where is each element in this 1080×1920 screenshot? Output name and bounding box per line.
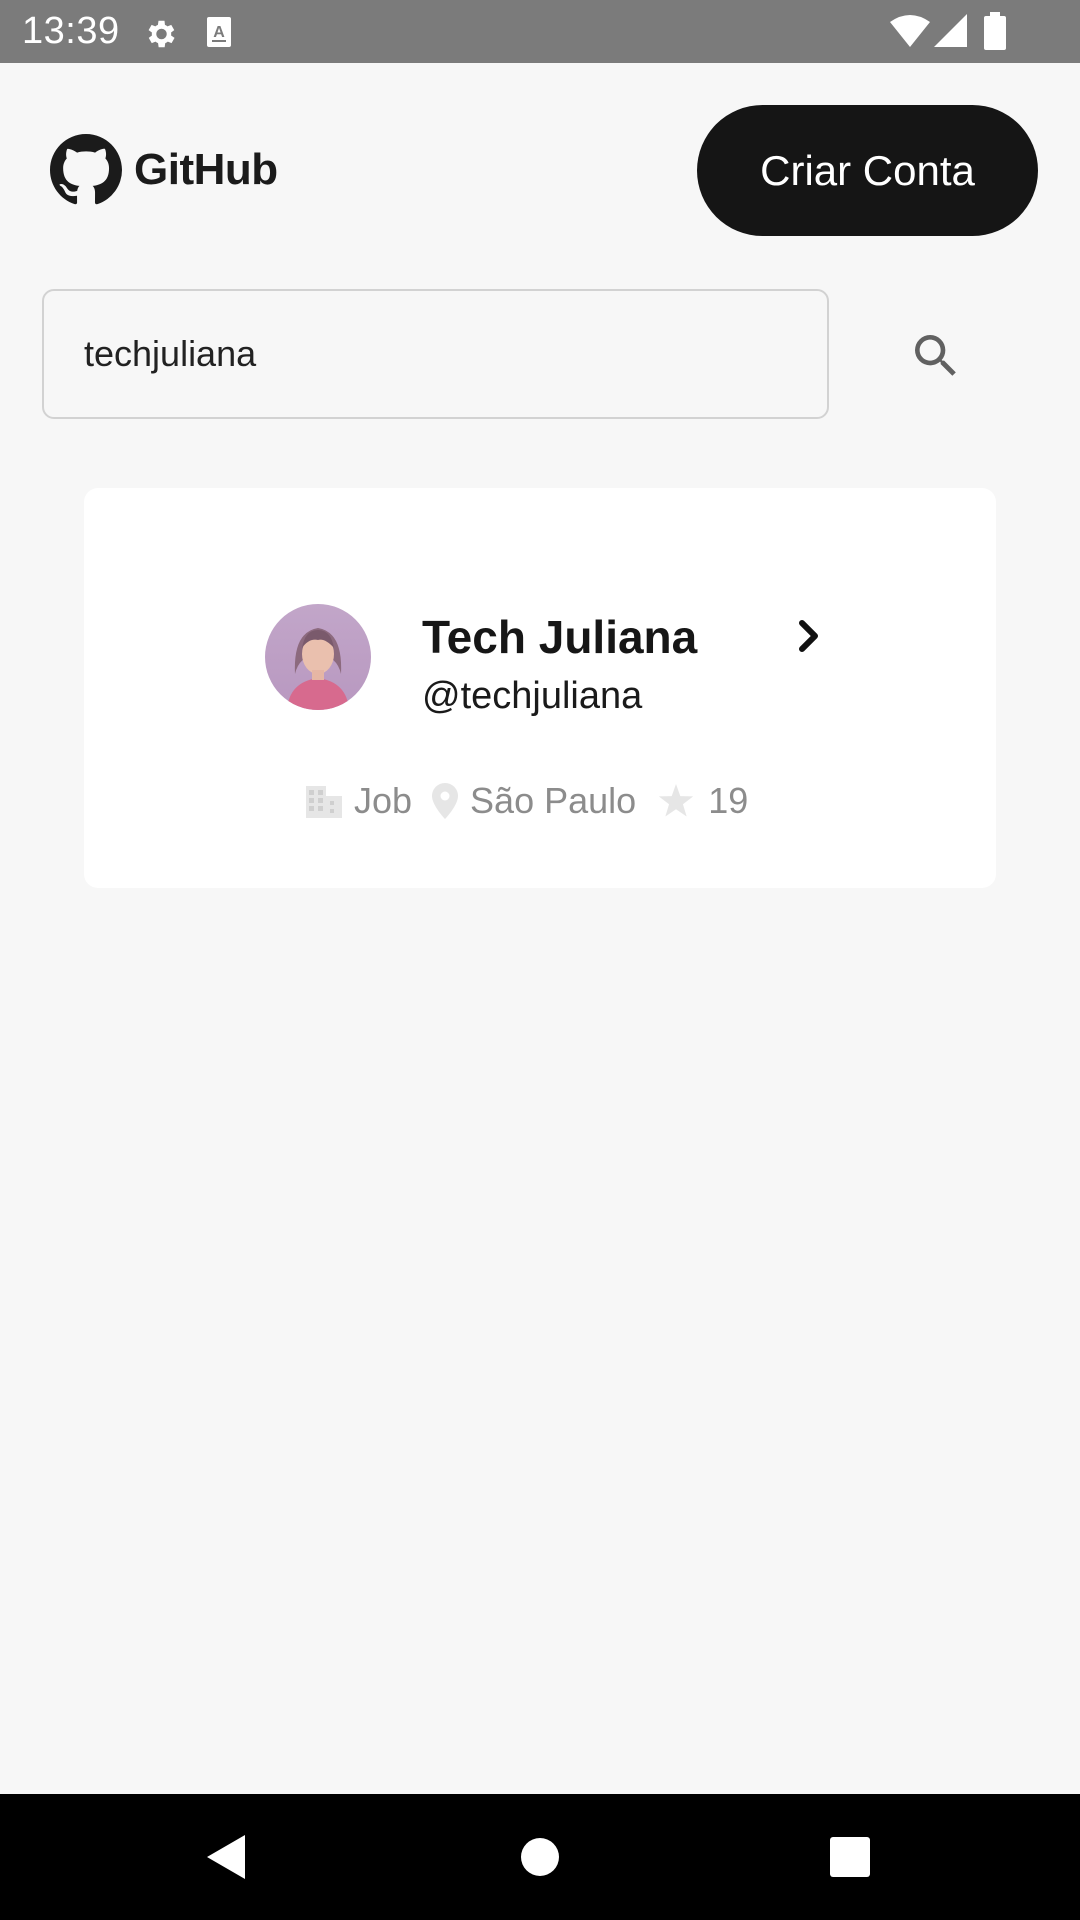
battery-icon [984, 12, 1006, 55]
svg-text:A: A [213, 24, 225, 41]
back-icon [207, 1835, 245, 1879]
company-meta: Job [306, 780, 412, 822]
gear-icon [142, 16, 178, 57]
status-time: 13:39 [22, 10, 120, 52]
github-logo: GitHub [50, 134, 278, 206]
location-meta: São Paulo [432, 780, 636, 822]
signal-icon [934, 14, 968, 53]
wifi-icon [890, 14, 930, 53]
building-icon [306, 786, 342, 818]
status-bar: 13:39 A [0, 0, 1080, 63]
logo-text: GitHub [134, 145, 278, 194]
avatar [265, 604, 371, 710]
search-button[interactable] [896, 316, 976, 396]
create-account-button[interactable]: Criar Conta [697, 105, 1038, 236]
location-pin-icon [432, 783, 459, 819]
octocat-icon [50, 134, 122, 205]
user-name: Tech Juliana [422, 611, 698, 663]
keyboard-a-icon: A [206, 16, 232, 53]
star-icon [659, 784, 694, 817]
home-button[interactable] [505, 1822, 575, 1892]
stars-count: 19 [708, 780, 749, 821]
location-text: São Paulo [470, 780, 637, 821]
recents-icon [830, 1837, 870, 1877]
chevron-right-icon[interactable] [790, 614, 830, 658]
user-meta-row: Job São Paulo 19 [306, 776, 748, 826]
company-text: Job [354, 780, 413, 821]
recents-button[interactable] [815, 1822, 885, 1892]
stars-meta: 19 [658, 780, 748, 822]
back-button[interactable] [190, 1822, 260, 1892]
navigation-bar [0, 1794, 1080, 1920]
home-icon [521, 1838, 559, 1876]
search-icon [915, 335, 956, 376]
user-result-card[interactable]: Tech Juliana @techjuliana Job São Paulo … [84, 488, 996, 888]
user-login: @techjuliana [422, 675, 643, 717]
search-input[interactable] [42, 289, 829, 419]
